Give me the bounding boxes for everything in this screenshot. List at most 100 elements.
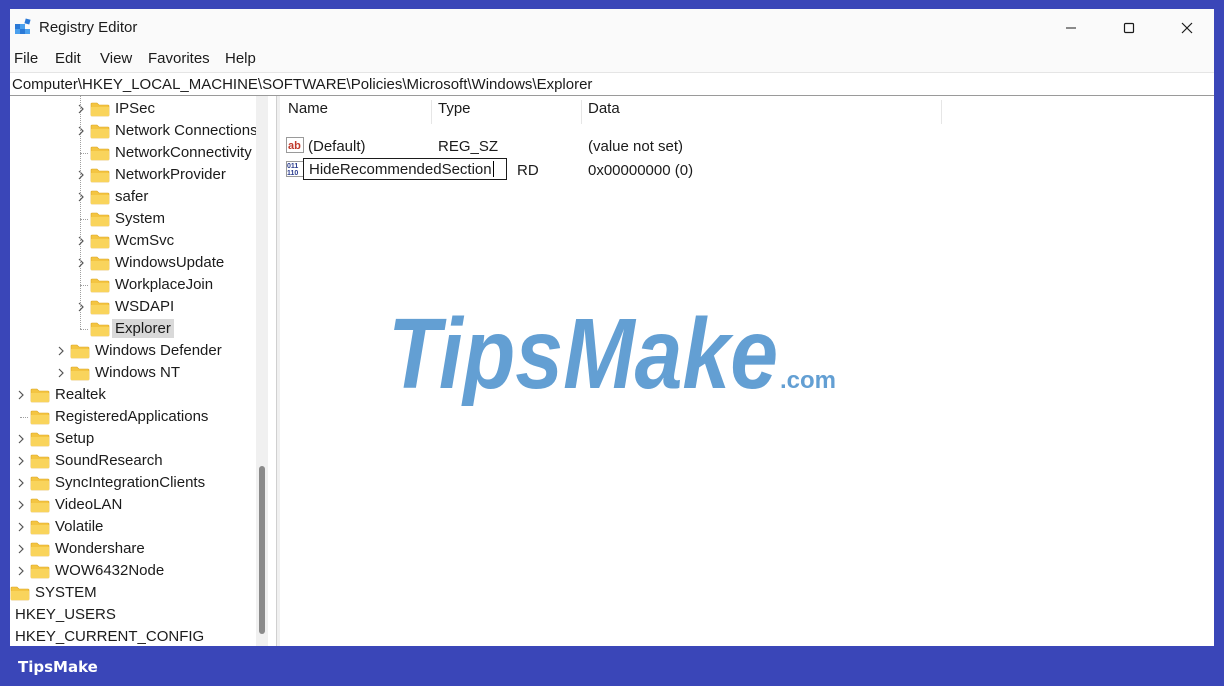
chevron-right-icon[interactable] xyxy=(56,368,66,378)
rename-input[interactable]: HideRecommendedSection xyxy=(303,158,507,180)
maximize-button[interactable] xyxy=(1100,9,1158,46)
window-title: Registry Editor xyxy=(39,19,138,36)
chevron-right-icon[interactable] xyxy=(76,192,86,202)
tree-node-label: WOW6432Node xyxy=(55,562,165,579)
minimize-icon xyxy=(1066,27,1076,28)
tipsmake-watermark: TipsMake .com xyxy=(388,298,836,406)
tree-node-label: Realtek xyxy=(55,386,106,403)
menu-edit[interactable]: Edit xyxy=(55,50,81,67)
tree-node-label: Network Connections xyxy=(115,122,258,139)
address-bar[interactable]: Computer\HKEY_LOCAL_MACHINE\SOFTWARE\Pol… xyxy=(10,72,1214,96)
chevron-right-icon[interactable] xyxy=(16,500,26,510)
svg-text:110: 110 xyxy=(287,170,298,177)
close-button[interactable] xyxy=(1158,9,1214,46)
chevron-right-icon[interactable] xyxy=(16,522,26,532)
string-value-icon: ab xyxy=(286,137,304,153)
folder-icon xyxy=(30,564,50,579)
tree-node-label: Setup xyxy=(55,430,95,447)
folder-icon xyxy=(30,476,50,491)
folder-icon xyxy=(30,520,50,535)
tree-node-label: safer xyxy=(115,188,149,205)
folder-icon xyxy=(90,212,110,227)
tree-node-label: HKEY_USERS xyxy=(15,606,116,623)
tree-guide-line xyxy=(80,285,88,286)
address-path[interactable]: Computer\HKEY_LOCAL_MACHINE\SOFTWARE\Pol… xyxy=(12,76,592,93)
folder-icon xyxy=(90,124,110,139)
maximize-icon xyxy=(1123,22,1135,33)
folder-icon xyxy=(30,388,50,403)
chevron-right-icon[interactable] xyxy=(16,456,26,466)
menu-favorites[interactable]: Favorites xyxy=(148,50,210,67)
watermark-suffix: .com xyxy=(780,367,836,394)
chevron-right-icon[interactable] xyxy=(16,390,26,400)
tree-node-label: Volatile xyxy=(55,518,104,535)
folder-icon xyxy=(70,366,90,381)
value-name: (Default) xyxy=(308,138,366,155)
value-type: RD xyxy=(517,162,539,179)
menu-help[interactable]: Help xyxy=(225,50,256,67)
registry-tree: HKEY_CURRENT_CONFIG HKEY_USERS SYSTEM WOW64… xyxy=(10,96,276,646)
tree-node-label: IPSec xyxy=(115,100,156,117)
column-header-name[interactable]: Name xyxy=(288,100,328,124)
tree-node-label: RegisteredApplications xyxy=(55,408,209,425)
text-caret xyxy=(492,161,494,177)
value-type: REG_SZ xyxy=(438,138,499,155)
chevron-right-icon[interactable] xyxy=(76,302,86,312)
tree-node-label: Wondershare xyxy=(55,540,145,557)
tree-node-label: Explorer xyxy=(112,319,174,338)
watermark-main: TipsMake xyxy=(388,298,778,406)
tree-node-label: Windows NT xyxy=(95,364,181,381)
column-divider[interactable] xyxy=(431,100,432,124)
chevron-right-icon[interactable] xyxy=(76,104,86,114)
column-header-data[interactable]: Data xyxy=(588,100,620,124)
chevron-right-icon[interactable] xyxy=(16,434,26,444)
folder-icon xyxy=(90,102,110,117)
rename-input-text: HideRecommendedSection xyxy=(309,161,492,178)
folder-icon xyxy=(90,168,110,183)
tree-guide-line xyxy=(80,96,81,329)
chevron-right-icon[interactable] xyxy=(76,258,86,268)
menu-view[interactable]: View xyxy=(100,50,132,67)
tree-guide-line xyxy=(80,329,88,330)
tree-scrollbar-thumb[interactable] xyxy=(259,466,265,634)
folder-icon xyxy=(90,146,110,161)
folder-icon xyxy=(30,542,50,557)
tree-node-label: HKEY_CURRENT_CONFIG xyxy=(15,628,205,645)
tree-node-label: WcmSvc xyxy=(115,232,175,249)
tree-node-label: NetworkProvider xyxy=(115,166,226,183)
registry-app-icon xyxy=(15,18,31,34)
folder-icon xyxy=(10,586,30,601)
chevron-right-icon[interactable] xyxy=(16,478,26,488)
close-icon xyxy=(1181,22,1193,33)
tree-node-label: SYSTEM xyxy=(35,584,97,601)
menu-file[interactable]: File xyxy=(14,50,38,67)
tree-guide-line xyxy=(80,219,88,220)
minimize-button[interactable] xyxy=(1042,9,1100,46)
menu-bar: File Edit View Favorites Help xyxy=(10,46,1214,72)
chevron-right-icon[interactable] xyxy=(76,236,86,246)
chevron-right-icon[interactable] xyxy=(56,346,66,356)
chevron-right-icon[interactable] xyxy=(76,170,86,180)
folder-icon xyxy=(30,498,50,513)
footer-brand: TipsMake xyxy=(18,658,98,676)
tree-node-label: NetworkConnectivity xyxy=(115,144,252,161)
folder-icon xyxy=(30,432,50,447)
tree-node-label: VideoLAN xyxy=(55,496,123,513)
folder-icon xyxy=(90,322,110,337)
chevron-right-icon[interactable] xyxy=(76,126,86,136)
tree-node-label: WorkplaceJoin xyxy=(115,276,214,293)
value-data: (value not set) xyxy=(588,138,684,155)
folder-icon xyxy=(30,410,50,425)
chevron-right-icon[interactable] xyxy=(16,566,26,576)
chevron-right-icon[interactable] xyxy=(16,544,26,554)
binary-value-icon: 011 110 xyxy=(286,161,304,177)
tree-node-label: SoundResearch xyxy=(55,452,163,469)
tree-scrollbar[interactable] xyxy=(256,96,268,646)
folder-icon xyxy=(90,300,110,315)
column-divider[interactable] xyxy=(581,100,582,124)
title-bar: Registry Editor xyxy=(10,9,1214,46)
svg-text:011: 011 xyxy=(287,163,298,170)
column-header-type[interactable]: Type xyxy=(438,100,471,124)
tree-node-label: WSDAPI xyxy=(115,298,175,315)
column-divider[interactable] xyxy=(941,100,942,124)
